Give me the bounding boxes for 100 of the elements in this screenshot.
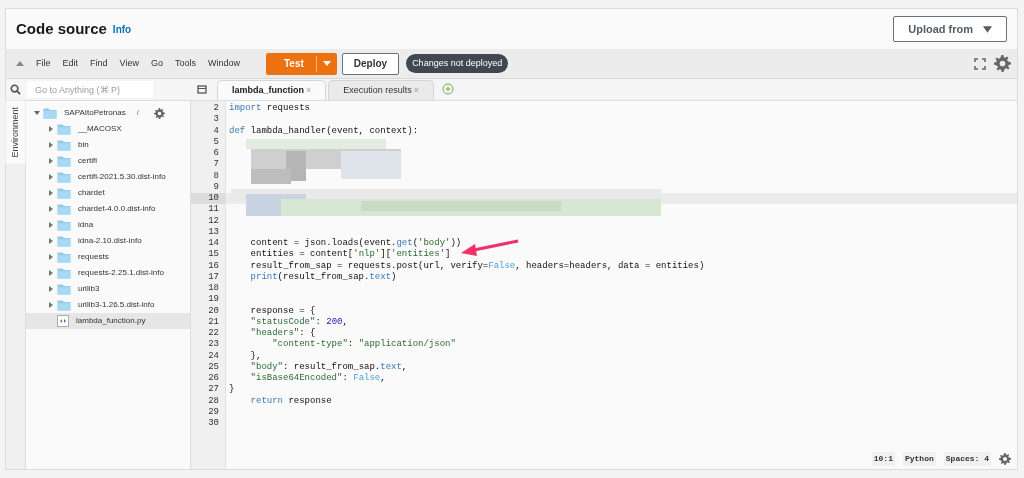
tree-item-label[interactable]: urllib3-1.26.5.dist-info <box>78 299 155 311</box>
fullscreen-icon[interactable] <box>974 57 986 70</box>
code-line: "content-type": "application/json" <box>271 339 456 350</box>
collapsed-arrow-icon[interactable] <box>48 190 54 196</box>
settings-icon[interactable] <box>999 453 1011 465</box>
menu-item[interactable]: Find <box>84 56 114 71</box>
annotation-arrow <box>460 239 520 257</box>
tree-item-label[interactable]: bin <box>78 139 89 151</box>
tree-item-label[interactable]: SAPAItoPetronas <box>64 107 126 119</box>
collapsed-arrow-icon[interactable] <box>48 126 54 132</box>
caret-icon[interactable] <box>983 25 992 33</box>
collapsed-arrow-icon[interactable] <box>48 254 54 260</box>
info-link[interactable]: Info <box>112 21 132 37</box>
code-line: content = json.loads(event.get('body')) <box>249 238 462 248</box>
tree-item-label[interactable]: certifi <box>78 155 98 167</box>
line-number: 17 <box>207 271 220 283</box>
line-number: 21 <box>207 316 220 328</box>
line-number: 3 <box>212 114 220 126</box>
line-number: 25 <box>207 361 220 373</box>
menu-item[interactable]: Edit <box>56 56 85 71</box>
status-indent: Spaces: 4 <box>943 452 991 466</box>
code-line: }, <box>249 350 262 361</box>
code-line: entities = content['nlp']['entities'] <box>249 249 451 260</box>
line-number: 6 <box>212 148 220 160</box>
line-number: 22 <box>207 328 220 340</box>
line-number: 20 <box>207 305 220 317</box>
menu-item[interactable]: Go <box>144 56 169 71</box>
line-number: 5 <box>212 136 220 148</box>
line-number: 26 <box>207 373 220 385</box>
code-line: "body": result_from_sap.text, <box>249 361 408 372</box>
code-line: "headers": { <box>249 328 316 338</box>
collapsed-arrow-icon[interactable] <box>48 222 54 228</box>
line-number: 23 <box>207 339 220 351</box>
menu-item[interactable]: Window <box>201 56 246 71</box>
collapsed-arrow-icon[interactable] <box>48 270 54 276</box>
code-line: } <box>229 384 235 395</box>
line-number: 12 <box>207 215 220 227</box>
code-line: def lambda_handler(event, context): <box>229 125 419 136</box>
editor-tab[interactable]: lambda_function × <box>217 79 327 100</box>
collapse-icon[interactable] <box>16 60 24 67</box>
line-number: 28 <box>207 395 220 407</box>
tree-item-label[interactable]: certifi-2021.5.30.dist-info <box>78 171 166 183</box>
collapsed-arrow-icon[interactable] <box>48 206 54 212</box>
tab-list-icon[interactable] <box>197 85 207 94</box>
tree-item-label[interactable]: idna <box>78 219 94 231</box>
collapsed-arrow-icon[interactable] <box>48 302 54 308</box>
collapsed-arrow-icon[interactable] <box>48 174 54 180</box>
line-number: 11 <box>207 204 220 216</box>
code-line: return response <box>249 395 332 406</box>
tree-item-label[interactable]: chardet <box>78 187 105 199</box>
line-number: 13 <box>207 226 220 238</box>
line-number: 9 <box>212 181 220 193</box>
menu-item[interactable]: View <box>113 56 145 71</box>
line-number: 30 <box>207 418 220 430</box>
code-line: print(result_from_sap.text) <box>249 271 397 282</box>
tree-item-label[interactable]: urllib3 <box>78 283 100 295</box>
code-line: "statusCode": 200, <box>249 316 348 327</box>
line-number: 7 <box>212 159 220 171</box>
status-language: Python <box>902 452 936 466</box>
code-line: import requests <box>229 103 310 113</box>
line-number: 19 <box>207 294 220 306</box>
code-line: result_from_sap = requests.post(url, verify=False, headers=headers, data = entities) <box>249 260 705 271</box>
line-number: 15 <box>207 249 220 261</box>
deploy-button[interactable]: Deploy <box>341 52 400 75</box>
line-number: 24 <box>207 350 220 362</box>
status-badge: Changes not deployed <box>406 53 509 74</box>
line-number: 18 <box>207 283 220 295</box>
collapsed-arrow-icon[interactable] <box>48 238 54 244</box>
menu-item[interactable]: File <box>30 56 57 71</box>
tree-item-label[interactable]: requests-2.25.1.dist-info <box>78 267 164 279</box>
editor-tab[interactable]: Execution results × <box>328 79 435 100</box>
line-number: 27 <box>207 384 220 396</box>
search-field[interactable]: Go to Anything (⌘ P) <box>27 81 153 98</box>
tree-item-label[interactable]: idna-2.10.dist-info <box>78 235 142 247</box>
line-number: 10 <box>191 193 225 205</box>
line-number: 2 <box>212 103 220 115</box>
collapsed-arrow-icon[interactable] <box>48 286 54 292</box>
line-number: 16 <box>207 260 220 272</box>
side-tab[interactable]: Environment <box>6 101 26 164</box>
tree-item-label[interactable]: chardet-4.0.0.dist-info <box>78 203 156 215</box>
tree-item-label[interactable]: requests <box>78 251 109 263</box>
code-line: response = { <box>249 305 316 316</box>
line-number: 8 <box>212 170 220 182</box>
line-number: 14 <box>207 238 220 250</box>
tree-item-label[interactable]: __MACOSX <box>78 123 122 135</box>
collapsed-arrow-icon[interactable] <box>48 158 54 164</box>
path-separator: / <box>136 107 139 119</box>
status-cursor: 10:1 <box>871 452 895 466</box>
settings-icon[interactable] <box>153 107 165 119</box>
menu-item[interactable]: Tools <box>168 56 202 71</box>
collapsed-arrow-icon[interactable] <box>48 142 54 148</box>
search-icon[interactable] <box>10 84 21 95</box>
expanded-arrow-icon[interactable] <box>34 110 40 116</box>
section-title: Code source <box>16 18 107 39</box>
caret-icon[interactable] <box>322 61 331 66</box>
settings-icon[interactable] <box>994 55 1011 72</box>
upload-from-button[interactable]: Upload from <box>893 15 1007 43</box>
line-number: 4 <box>212 125 220 137</box>
python-file-icon[interactable] <box>57 315 69 327</box>
code-line: "isBase64Encoded": False, <box>249 373 386 383</box>
